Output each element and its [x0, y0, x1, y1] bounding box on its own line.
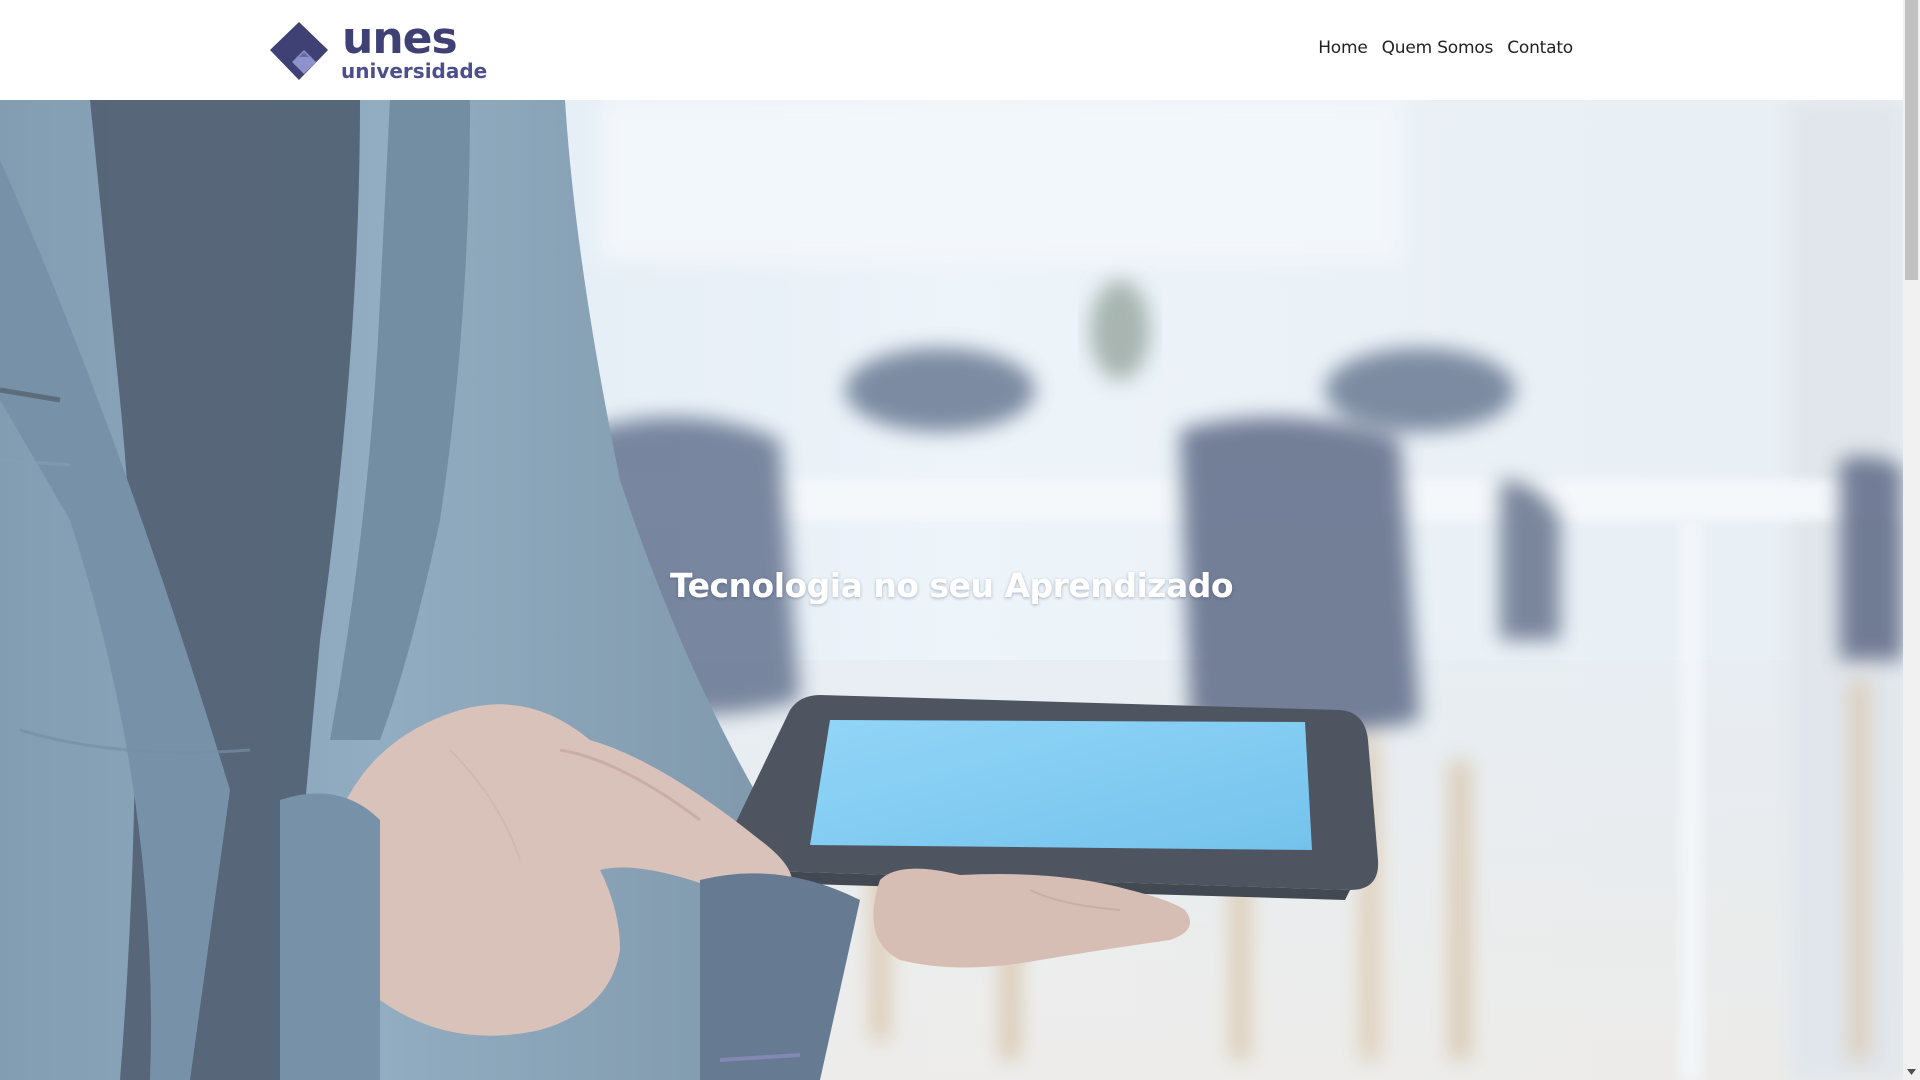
logo-subtitle: universidade: [341, 59, 487, 82]
logo-wordmark: unes: [342, 20, 457, 64]
nav-quem-somos[interactable]: Quem Somos: [1382, 38, 1494, 58]
main-nav: Home Quem Somos Contato: [1318, 38, 1573, 58]
hero-title: Tecnologia no seu Aprendizado: [669, 566, 1234, 605]
nav-home[interactable]: Home: [1318, 38, 1368, 58]
site-header: unes universidade Home Quem Somos Contat…: [0, 0, 1903, 100]
vertical-scrollbar[interactable]: [1903, 0, 1920, 1080]
hero-banner: Tecnologia no seu Aprendizado: [0, 100, 1903, 1080]
page-content: unes universidade Home Quem Somos Contat…: [0, 0, 1903, 1080]
page: unes universidade Home Quem Somos Contat…: [0, 0, 1920, 1080]
diamond-logo-icon: [270, 22, 328, 80]
logo[interactable]: unes universidade: [268, 20, 498, 82]
scroll-down-arrow-icon[interactable]: [1903, 1063, 1920, 1080]
scrollbar-thumb[interactable]: [1905, 0, 1918, 280]
nav-contato[interactable]: Contato: [1507, 38, 1573, 58]
logo-graphic: unes universidade: [270, 20, 487, 82]
